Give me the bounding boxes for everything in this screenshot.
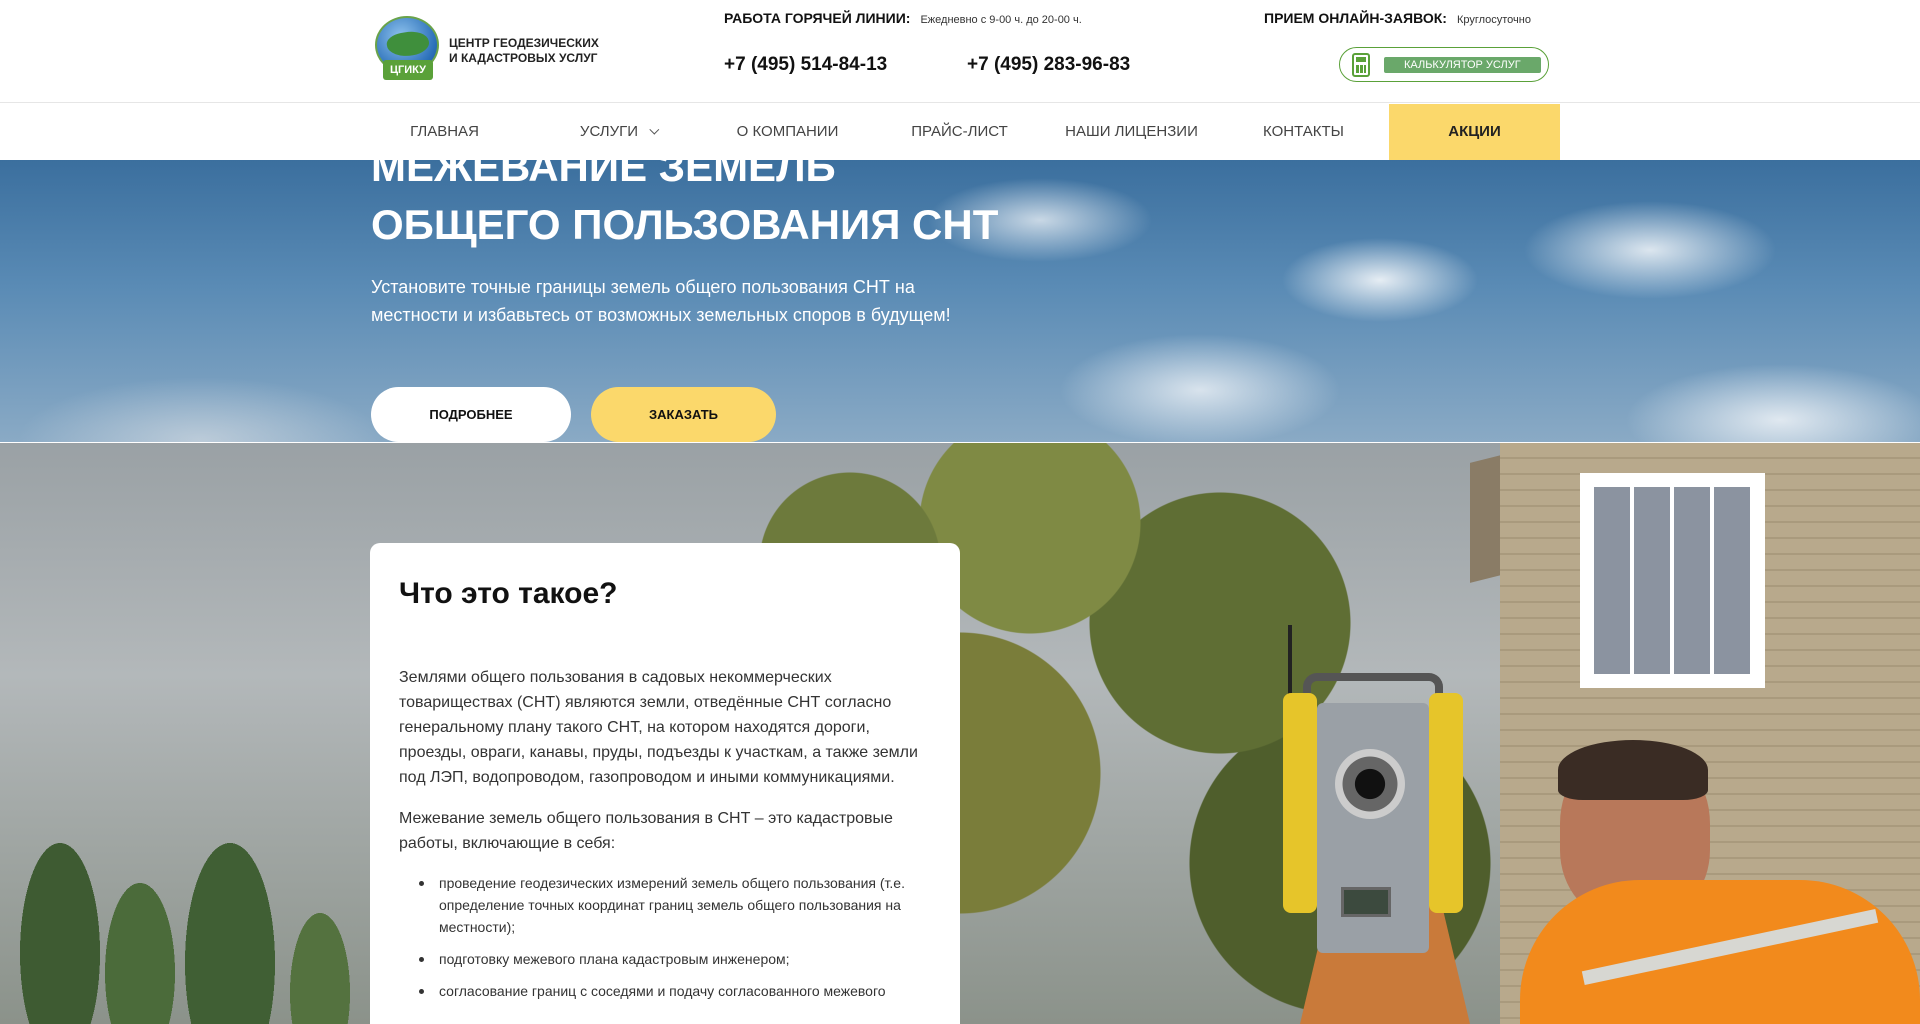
card-title: Что это такое? — [399, 577, 618, 610]
small-trees-image — [0, 803, 380, 1024]
hero-subtitle: Установите точные границы земель общего … — [371, 277, 951, 325]
card-paragraph-1: Землями общего пользования в садовых нек… — [399, 669, 918, 786]
order-button[interactable]: ЗАКАЗАТЬ — [591, 387, 776, 442]
main-nav: ГЛАВНАЯ УСЛУГИ О КОМПАНИИ ПРАЙС-ЛИСТ НАШ… — [0, 104, 1920, 160]
list-item: проведение геодезических измерений земел… — [411, 872, 931, 938]
phone-link-2[interactable]: +7 (495) 283-96-83 — [967, 54, 1130, 76]
online-hours: Круглосуточно — [1456, 14, 1531, 26]
works-list: проведение геодезических измерений земел… — [399, 872, 931, 1002]
calculator-icon — [1352, 52, 1370, 77]
nav-item-licenses[interactable]: НАШИ ЛИЦЕНЗИИ — [1060, 104, 1203, 160]
nav-item-services[interactable]: УСЛУГИ — [546, 104, 689, 160]
logo-icon: ЦГИКУ — [373, 16, 441, 86]
hotline-info: РАБОТА ГОРЯЧЕЙ ЛИНИИ: Ежедневно с 9-00 ч… — [724, 10, 1082, 26]
list-item: подготовку межевого плана кадастровым ин… — [411, 948, 931, 970]
more-button[interactable]: ПОДРОБНЕЕ — [371, 387, 571, 442]
nav-item-about[interactable]: О КОМПАНИИ — [716, 104, 859, 160]
phone-link-1[interactable]: +7 (495) 514-84-13 — [724, 54, 887, 76]
online-label: ПРИЕМ ОНЛАЙН-ЗАЯВОК: — [1264, 10, 1447, 26]
chevron-down-icon — [649, 124, 660, 135]
hotline-label: РАБОТА ГОРЯЧЕЙ ЛИНИИ: — [724, 10, 911, 26]
calculator-label: КАЛЬКУЛЯТОР УСЛУГ — [1384, 56, 1541, 73]
site-header: ЦГИКУ ЦЕНТР ГЕОДЕЗИЧЕСКИХ И КАДАСТРОВЫХ … — [0, 0, 1920, 103]
hero-title-line1: МЕЖЕВАНИЕ ЗЕМЕЛЬ — [371, 160, 836, 190]
nav-item-promotions[interactable]: АКЦИИ — [1389, 104, 1560, 160]
nav-item-services-label: УСЛУГИ — [579, 123, 639, 140]
calculator-button[interactable]: КАЛЬКУЛЯТОР УСЛУГ — [1339, 47, 1549, 82]
logo-text: ЦЕНТР ГЕОДЕЗИЧЕСКИХ И КАДАСТРОВЫХ УСЛУГ — [449, 36, 599, 65]
logo[interactable]: ЦГИКУ ЦЕНТР ГЕОДЕЗИЧЕСКИХ И КАДАСТРОВЫХ … — [373, 16, 609, 86]
surveyor-hair-image — [1558, 740, 1708, 800]
nav-item-home[interactable]: ГЛАВНАЯ — [373, 104, 516, 160]
logo-badge: ЦГИКУ — [383, 60, 433, 80]
hero-title-line2: ОБЩЕГО ПОЛЬЗОВАНИЯ СНТ — [371, 201, 999, 248]
hero-banner: МЕЖЕВАНИЕ ЗЕМЕЛЬ ОБЩЕГО ПОЛЬЗОВАНИЯ СНТ … — [0, 160, 1920, 442]
hero-title: МЕЖЕВАНИЕ ЗЕМЕЛЬ ОБЩЕГО ПОЛЬЗОВАНИЯ СНТ — [371, 160, 998, 254]
nav-item-pricelist[interactable]: ПРАЙС-ЛИСТ — [888, 104, 1031, 160]
house-window-image — [1580, 473, 1765, 688]
online-requests-info: ПРИЕМ ОНЛАЙН-ЗАЯВОК: Круглосуточно — [1264, 10, 1531, 26]
card-paragraph-2: Межевание земель общего пользования в СН… — [399, 810, 893, 852]
nav-item-contacts[interactable]: КОНТАКТЫ — [1232, 104, 1375, 160]
hotline-hours: Ежедневно с 9-00 ч. до 20-00 ч. — [920, 14, 1082, 26]
what-is-it-card: Что это такое? Землями общего пользовани… — [370, 543, 960, 1024]
total-station-image — [1283, 673, 1463, 953]
list-item: согласование границ с соседями и подачу … — [411, 980, 931, 1002]
